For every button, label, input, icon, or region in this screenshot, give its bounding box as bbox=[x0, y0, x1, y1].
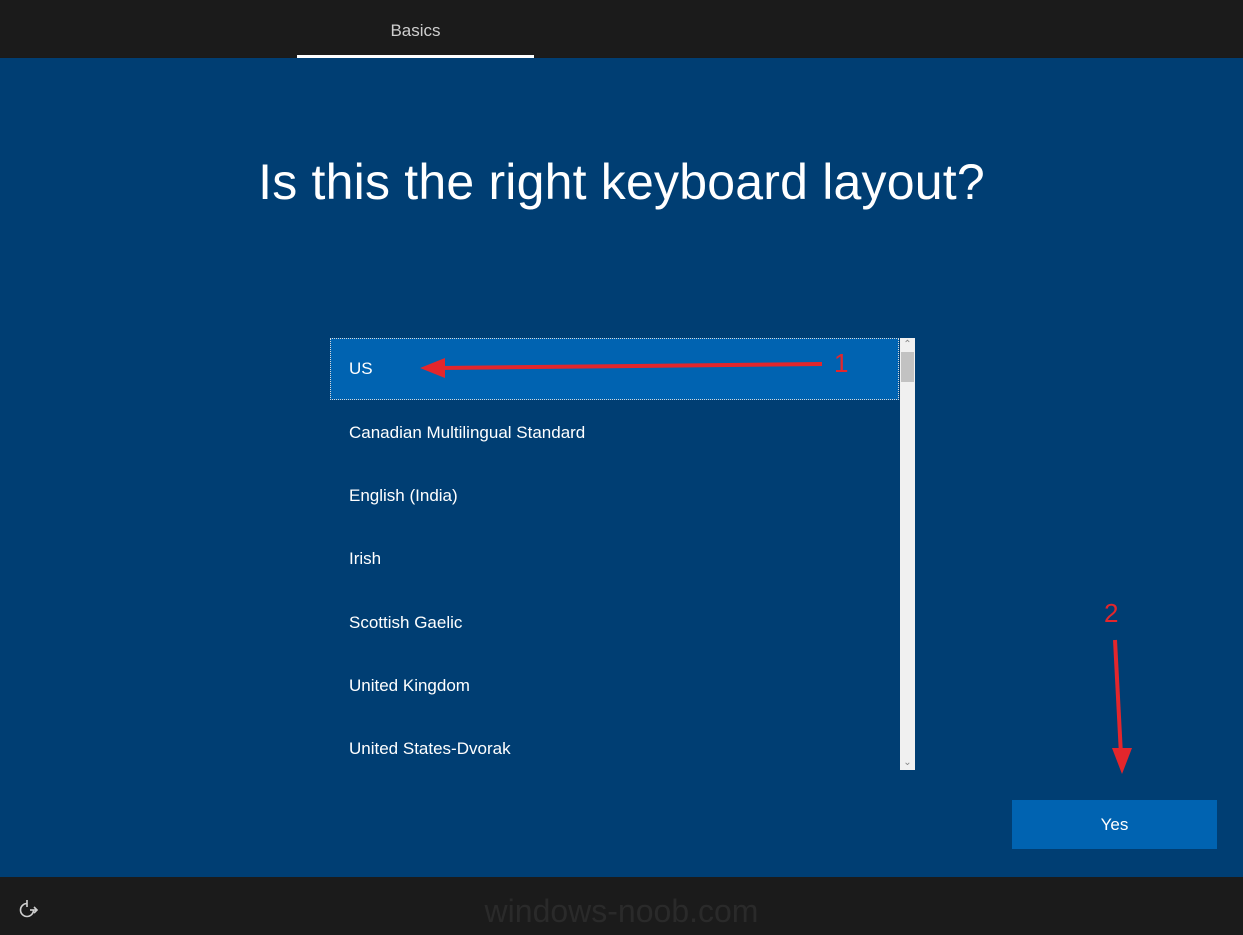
watermark: windows-noob.com bbox=[484, 893, 759, 929]
list-item-scottish-gaelic[interactable]: Scottish Gaelic bbox=[330, 592, 899, 654]
list-item-us[interactable]: US bbox=[330, 338, 899, 400]
arrow-2-head bbox=[1112, 748, 1132, 774]
list-item-united-states-dvorak[interactable]: United States-Dvorak bbox=[330, 718, 899, 780]
bottom-bar: windows-noob.com bbox=[0, 877, 1243, 935]
yes-button[interactable]: Yes bbox=[1012, 800, 1217, 849]
list-item-united-kingdom[interactable]: United Kingdom bbox=[330, 655, 899, 717]
tab-basics[interactable]: Basics bbox=[297, 0, 534, 57]
scroll-down-icon[interactable]: ⌄ bbox=[900, 756, 915, 770]
oobe-main-panel: Is this the right keyboard layout? US Ca… bbox=[0, 58, 1243, 877]
list-item-english-india[interactable]: English (India) bbox=[330, 465, 899, 527]
page-title: Is this the right keyboard layout? bbox=[258, 154, 985, 210]
scroll-thumb[interactable] bbox=[901, 352, 914, 382]
arrow-2-line bbox=[1113, 639, 1123, 756]
list-scrollbar[interactable]: ⌃ ⌄ bbox=[900, 338, 915, 770]
list-item-canadian-multilingual[interactable]: Canadian Multilingual Standard bbox=[330, 402, 899, 464]
keyboard-layout-list[interactable]: US Canadian Multilingual Standard Englis… bbox=[330, 338, 915, 770]
list-item-irish[interactable]: Irish bbox=[330, 528, 899, 590]
annotation-step-2: 2 bbox=[1104, 598, 1119, 628]
scroll-up-icon[interactable]: ⌃ bbox=[900, 338, 915, 352]
annotation-step-1: 1 bbox=[834, 348, 849, 378]
top-bar: Basics bbox=[0, 0, 1243, 58]
